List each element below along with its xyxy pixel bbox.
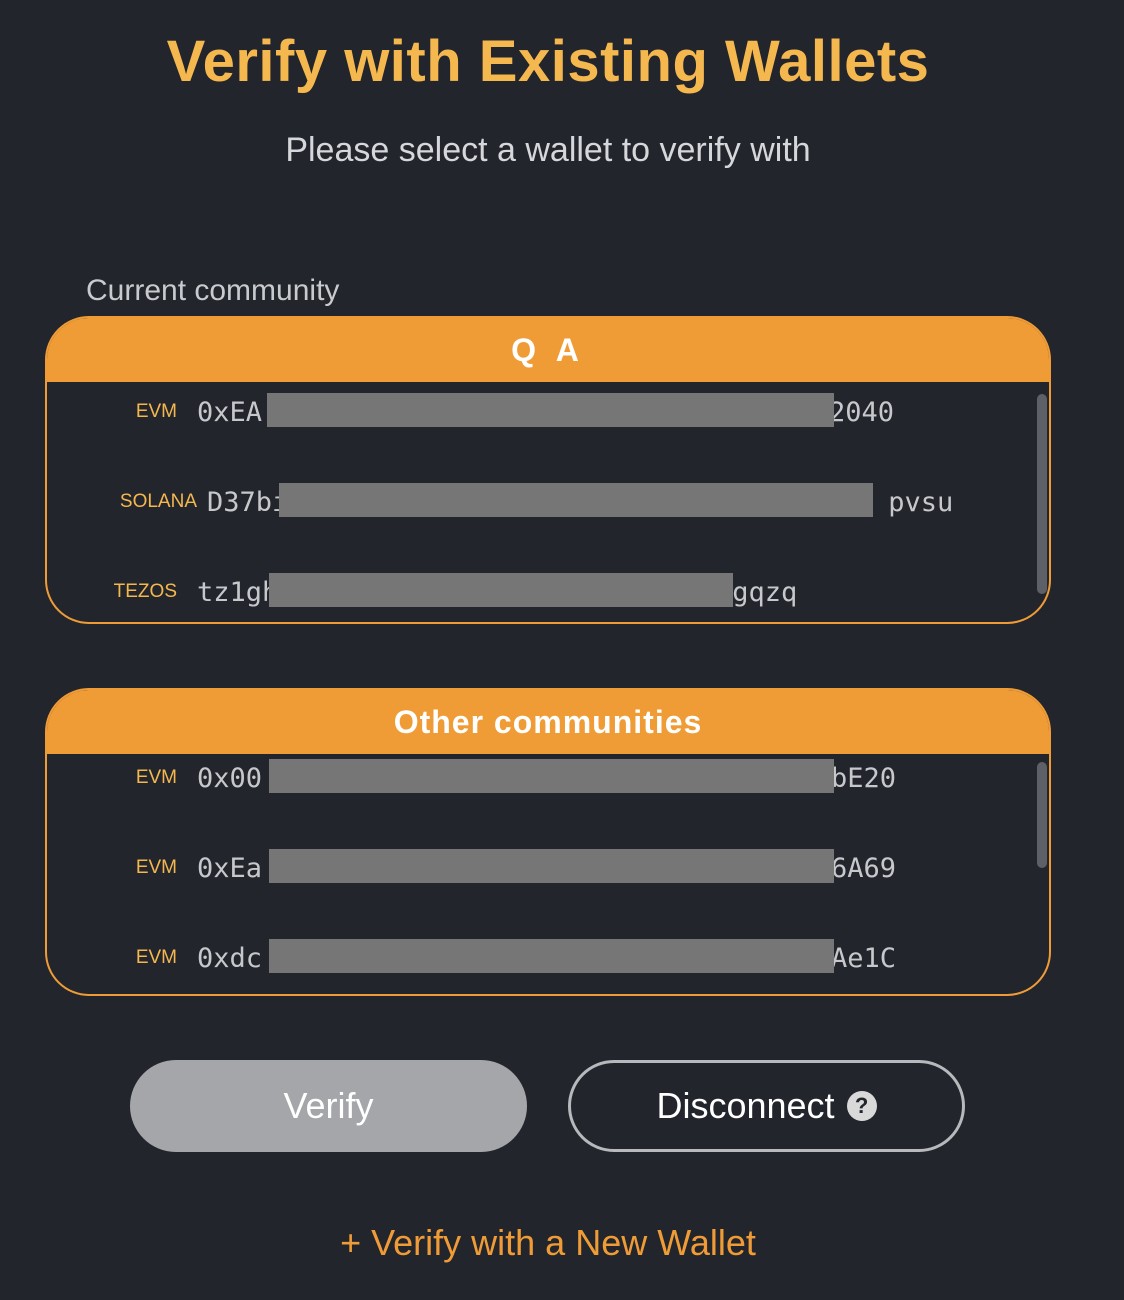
redaction-block xyxy=(269,758,834,793)
wallet-row[interactable]: TEZOS tz1gh gqzq xyxy=(47,572,1007,612)
chain-label: EVM xyxy=(135,857,177,878)
wallet-address: 0xdc Ae1C xyxy=(197,938,897,974)
wallet-row[interactable]: EVM 0x00 bE20 xyxy=(47,758,1007,798)
page-title: Verify with Existing Wallets xyxy=(166,29,930,94)
disconnect-button-label: Disconnect xyxy=(656,1085,835,1126)
redaction-block xyxy=(267,392,834,427)
wallet-row[interactable]: EVM 0xEa 6A69 xyxy=(47,848,1007,888)
address-end: 6A69 xyxy=(831,852,897,884)
help-icon[interactable]: ? xyxy=(846,1091,877,1121)
other-communities-panel: Other communities EVM 0x00 bE20 EVM 0xEa 6… xyxy=(45,688,1051,996)
current-community-panel: Q A EVM 0xEA 2040 SOLANA D37bi pvsu TEZOS xyxy=(45,316,1051,624)
verify-button[interactable]: Verify xyxy=(130,1060,527,1152)
wallet-address: 0xEa 6A69 xyxy=(197,848,897,884)
redaction-block xyxy=(279,482,873,517)
verify-wallet-page: Verify with Existing Wallets Please sele… xyxy=(0,0,1124,1300)
redaction-block xyxy=(269,848,834,883)
address-end: gqzq xyxy=(732,576,798,608)
wallet-row[interactable]: EVM 0xdc Ae1C xyxy=(47,938,1007,978)
address-start: 0xdc xyxy=(197,942,263,974)
chain-label: EVM xyxy=(135,947,177,968)
redaction-block xyxy=(269,938,834,973)
address-end: 2040 xyxy=(829,396,895,428)
current-community-label: Current community xyxy=(86,274,340,307)
address-end: pvsu xyxy=(888,486,954,518)
chain-label: SOLANA xyxy=(119,491,197,512)
address-start: tz1gh xyxy=(197,576,279,608)
chain-label: EVM xyxy=(135,401,177,422)
other-wallet-list[interactable]: EVM 0x00 bE20 EVM 0xEa 6A69 EVM 0xdc Ae1C xyxy=(47,754,1049,994)
chain-label: TEZOS xyxy=(113,581,177,602)
redaction-block xyxy=(269,572,733,607)
wallet-address: D37bi pvsu xyxy=(207,482,954,518)
current-wallet-list[interactable]: EVM 0xEA 2040 SOLANA D37bi pvsu TEZOS tz1g… xyxy=(47,382,1049,622)
scrollbar[interactable] xyxy=(1037,394,1047,594)
other-communities-header: Other communities xyxy=(47,690,1049,754)
verify-new-wallet-link[interactable]: + Verify with a New Wallet xyxy=(0,1222,1096,1264)
page-subtitle: Please select a wallet to verify with xyxy=(285,131,811,169)
chain-label: EVM xyxy=(135,767,177,788)
wallet-address: 0xEA 2040 xyxy=(197,392,895,428)
address-start: D37bi xyxy=(207,486,289,518)
wallet-address: 0x00 bE20 xyxy=(197,758,897,794)
address-end: bE20 xyxy=(831,762,897,794)
scrollbar[interactable] xyxy=(1037,762,1047,868)
disconnect-button[interactable]: Disconnect ? xyxy=(568,1060,965,1152)
current-community-header: Q A xyxy=(47,318,1049,382)
address-start: 0xEA xyxy=(197,396,263,428)
address-start: 0xEa xyxy=(197,852,263,884)
address-start: 0x00 xyxy=(197,762,263,794)
verify-button-label: Verify xyxy=(283,1085,374,1126)
wallet-address: tz1gh gqzq xyxy=(197,572,798,608)
wallet-row[interactable]: EVM 0xEA 2040 xyxy=(47,392,1007,432)
address-end: Ae1C xyxy=(831,942,897,974)
wallet-row[interactable]: SOLANA D37bi pvsu xyxy=(47,482,1007,522)
